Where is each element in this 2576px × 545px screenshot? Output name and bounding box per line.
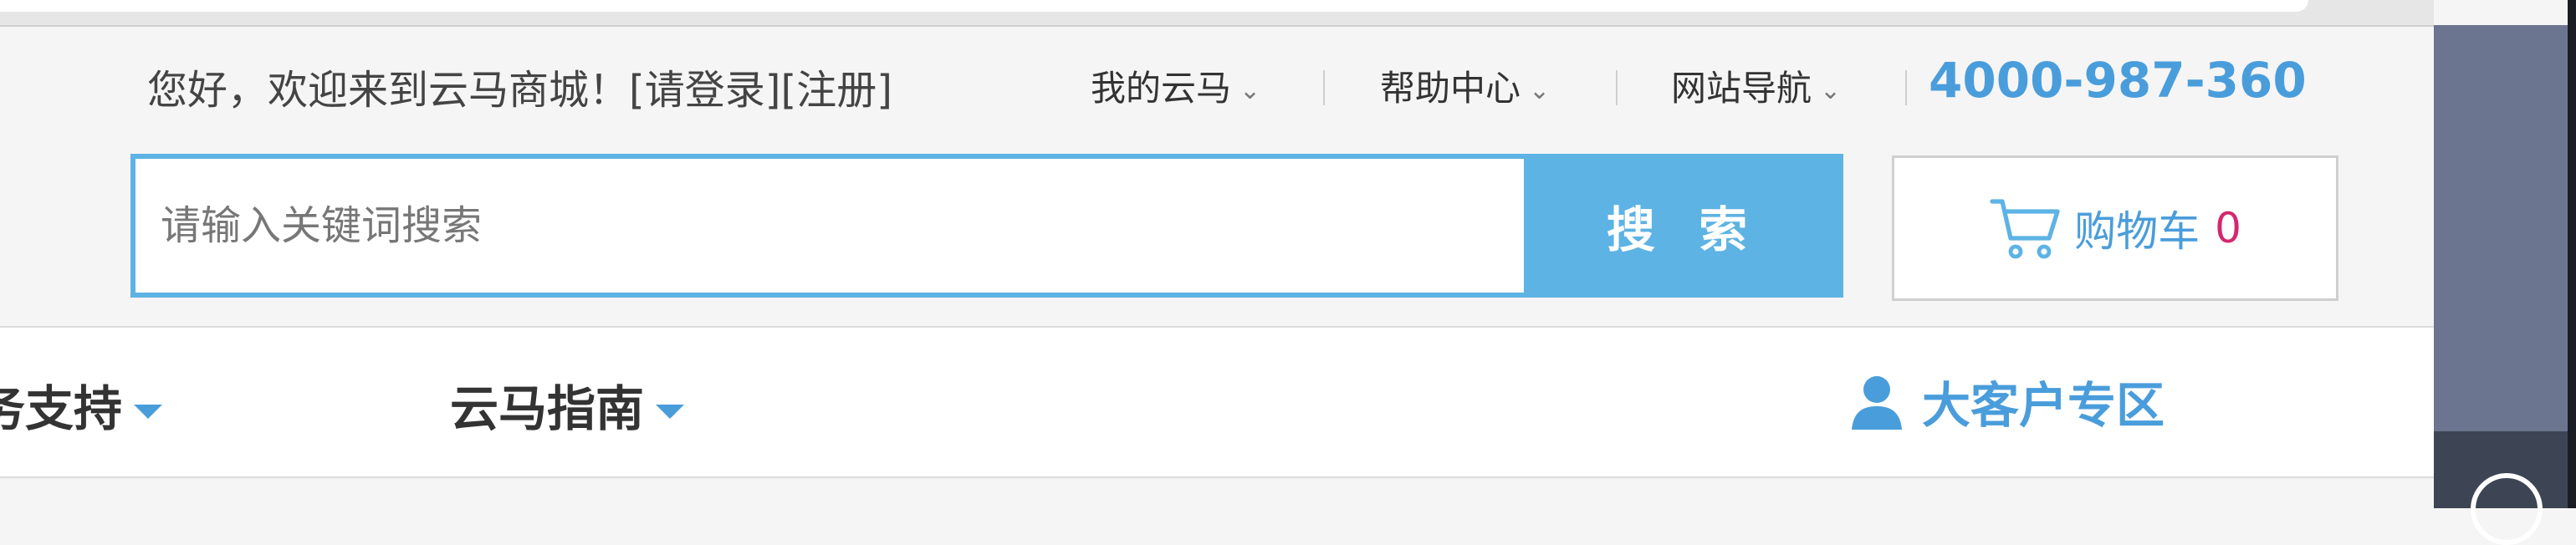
shopping-cart-icon: [1990, 199, 2060, 259]
cart-label: 购物车: [2074, 207, 2200, 256]
topnav-separator: [1616, 70, 1618, 105]
search-button[interactable]: 搜 索: [1524, 154, 1843, 298]
topnav-site-nav-label: 网站导航: [1671, 68, 1812, 109]
chevron-down-icon: ⌄: [1529, 76, 1551, 105]
cart-button[interactable]: 购物车 0: [1892, 155, 2338, 301]
vip-customer-zone-label: 大客户专区: [1922, 377, 2165, 434]
topnav-separator: [1323, 70, 1325, 105]
chevron-down-icon: ⌄: [1820, 76, 1842, 105]
topnav-help-center-label: 帮助中心: [1380, 68, 1521, 109]
main-nav: 务支持 云马指南 大客户专区: [0, 326, 2434, 478]
chevron-down-icon: ⌄: [1239, 76, 1261, 105]
mainnav-yunma-guide[interactable]: 云马指南: [450, 369, 685, 440]
welcome-message: 您好，欢迎来到云马商城！[请登录][注册]: [147, 57, 892, 115]
login-link[interactable]: [请登录]: [629, 67, 780, 114]
mainnav-service-support[interactable]: 务支持: [0, 369, 163, 440]
headset-icon[interactable]: [2471, 473, 2543, 545]
cart-count-badge: 0: [2215, 204, 2241, 252]
caret-down-icon: [656, 405, 685, 420]
search-bar: 搜 索: [130, 154, 1843, 298]
topnav-separator: [1905, 70, 1907, 105]
topnav-site-nav[interactable]: 网站导航 ⌄: [1671, 60, 1841, 111]
topnav-help-center[interactable]: 帮助中心 ⌄: [1380, 60, 1550, 111]
caret-down-icon: [134, 405, 163, 420]
welcome-text: 您好，欢迎来到云马商城！: [147, 67, 630, 114]
window-edge-strip: [2568, 0, 2576, 508]
browser-top-strip: [0, 0, 2434, 27]
page: 您好，欢迎来到云马商城！[请登录][注册] 我的云马 ⌄ 帮助中心 ⌄ 网站导航 ⌄ …: [0, 27, 2434, 508]
user-icon: [1852, 376, 1902, 430]
topnav-my-yunma-label: 我的云马: [1091, 68, 1232, 109]
mainnav-yunma-guide-label: 云马指南: [450, 380, 645, 437]
register-link[interactable]: [注册]: [780, 67, 892, 114]
search-input[interactable]: [135, 159, 1524, 293]
vip-customer-zone-link[interactable]: 大客户专区: [1847, 366, 2165, 436]
topnav-my-yunma[interactable]: 我的云马 ⌄: [1091, 60, 1260, 111]
mainnav-service-support-label: 务支持: [0, 380, 123, 437]
top-bar: 您好，欢迎来到云马商城！[请登录][注册] 我的云马 ⌄ 帮助中心 ⌄ 网站导航 ⌄ …: [0, 27, 2434, 144]
hotline-number: 4000-987-360: [1929, 52, 2307, 109]
browser-top-strip-inner: [0, 0, 2308, 12]
